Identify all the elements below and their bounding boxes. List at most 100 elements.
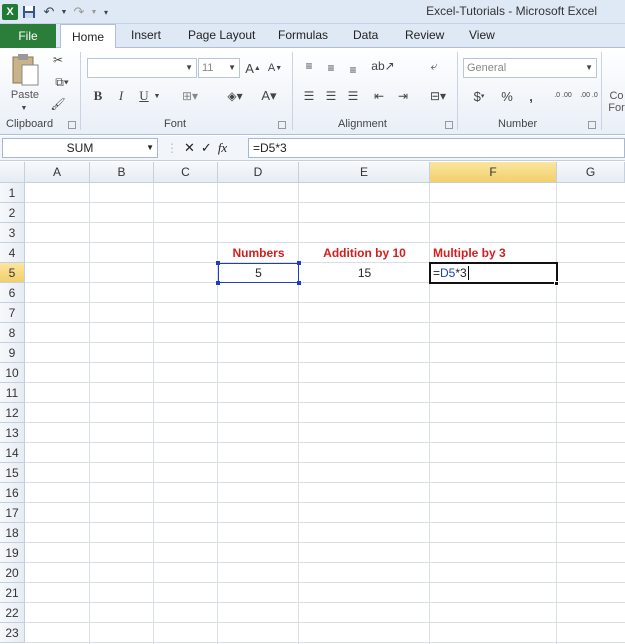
column-header-f[interactable]: F [430, 162, 557, 183]
currency-button[interactable]: $ ▾ [468, 88, 490, 104]
top-align-icon[interactable]: ≡ [300, 58, 318, 74]
row-header-8[interactable]: 8 [0, 323, 25, 343]
worksheet-grid[interactable]: A B C D E F G 1 2 3 4 5 6 7 8 9 10 11 12 13 14 15 16 17 1… [0, 162, 625, 644]
copy-icon[interactable]: ⧉▾ [50, 74, 74, 90]
cancel-icon[interactable]: ✕ [184, 140, 195, 156]
font-name-dropdown[interactable]: ▼ [87, 58, 197, 78]
shrink-font-icon[interactable]: A ▼ [266, 60, 284, 76]
number-format-dropdown[interactable]: General ▼ [463, 58, 597, 78]
paste-dropdown-icon[interactable]: ▼ [16, 103, 32, 113]
borders-icon[interactable]: ⊞▾ [178, 88, 202, 104]
insert-function-icon[interactable]: fx [218, 140, 227, 156]
clipboard-launcher-icon[interactable] [68, 121, 76, 129]
excel-logo-icon[interactable]: X [2, 4, 18, 20]
column-header-c[interactable]: C [154, 162, 218, 183]
column-header-a[interactable]: A [25, 162, 90, 183]
tab-page-layout[interactable]: Page Layout [188, 28, 255, 42]
name-box[interactable]: SUM ▼ [2, 138, 158, 158]
row-header-14[interactable]: 14 [0, 443, 25, 463]
row-header-7[interactable]: 7 [0, 303, 25, 323]
row-header-4[interactable]: 4 [0, 243, 25, 263]
tab-home[interactable]: Home [60, 24, 116, 49]
row-header-23[interactable]: 23 [0, 623, 25, 643]
cell-f4[interactable]: Multiple by 3 [430, 243, 557, 263]
orientation-icon[interactable]: ab↗ [370, 58, 396, 74]
percent-button[interactable]: % [498, 88, 516, 104]
align-center-icon[interactable]: ☰ [322, 88, 340, 104]
increase-decimal-button[interactable]: .0 .00 [552, 86, 574, 106]
paste-icon[interactable] [8, 52, 42, 88]
row-header-12[interactable]: 12 [0, 403, 25, 423]
grow-font-icon[interactable]: A ▲ [244, 60, 262, 76]
row-header-22[interactable]: 22 [0, 603, 25, 623]
row-header-1[interactable]: 1 [0, 183, 25, 203]
comma-button[interactable]: , [524, 88, 538, 104]
tab-review[interactable]: Review [405, 28, 444, 42]
font-size-dropdown[interactable]: 11 ▼ [198, 58, 240, 78]
redo-icon[interactable]: ↷ [70, 3, 88, 21]
column-header-b[interactable]: B [90, 162, 154, 183]
enter-icon[interactable]: ✓ [201, 140, 212, 156]
styles-label-bottom[interactable]: For [608, 102, 625, 114]
number-launcher-icon[interactable] [588, 121, 596, 129]
tab-view[interactable]: View [469, 28, 495, 42]
paste-label[interactable]: Paste [10, 88, 40, 102]
cut-icon[interactable]: ✂ [50, 52, 66, 68]
column-header-d[interactable]: D [218, 162, 299, 183]
increase-indent-icon[interactable]: ⇥ [394, 88, 412, 104]
row-header-17[interactable]: 17 [0, 503, 25, 523]
row-header-16[interactable]: 16 [0, 483, 25, 503]
italic-button[interactable]: I [113, 88, 129, 104]
align-right-icon[interactable]: ☰ [344, 88, 362, 104]
tab-file[interactable]: File [0, 24, 56, 48]
row-header-19[interactable]: 19 [0, 543, 25, 563]
middle-align-icon[interactable]: ≡ [322, 60, 340, 76]
decrease-decimal-button[interactable]: .00 .0 [578, 86, 600, 106]
row-header-9[interactable]: 9 [0, 343, 25, 363]
row-header-15[interactable]: 15 [0, 463, 25, 483]
bold-button[interactable]: B [90, 88, 106, 104]
cell-e4[interactable]: Addition by 10 [299, 243, 430, 263]
undo-dropdown-icon[interactable]: ▼ [60, 3, 68, 21]
row-header-18[interactable]: 18 [0, 523, 25, 543]
customize-qat-icon[interactable]: ▾ [100, 3, 112, 21]
font-launcher-icon[interactable] [278, 121, 286, 129]
fill-color-icon[interactable]: ◈▾ [222, 88, 248, 104]
row-header-3[interactable]: 3 [0, 223, 25, 243]
row-header-11[interactable]: 11 [0, 383, 25, 403]
format-painter-icon[interactable]: 🖌 [50, 96, 66, 112]
save-icon[interactable] [20, 3, 38, 21]
cell-e5[interactable]: 15 [299, 263, 430, 283]
undo-icon[interactable]: ↶ [40, 3, 58, 21]
styles-label-top[interactable]: Co [608, 90, 625, 102]
align-left-icon[interactable]: ☰ [300, 88, 318, 104]
alignment-launcher-icon[interactable] [445, 121, 453, 129]
font-color-icon[interactable]: A▾ [256, 88, 282, 104]
wrap-text-icon[interactable]: ⤶ [424, 56, 444, 76]
row-header-21[interactable]: 21 [0, 583, 25, 603]
row-header-5[interactable]: 5 [0, 263, 25, 283]
row-header-20[interactable]: 20 [0, 563, 25, 583]
decrease-indent-icon[interactable]: ⇤ [370, 88, 388, 104]
column-header-e[interactable]: E [299, 162, 430, 183]
underline-dropdown-icon[interactable]: ▼ [152, 90, 162, 102]
tab-data[interactable]: Data [353, 28, 378, 42]
row-header-13[interactable]: 13 [0, 423, 25, 443]
merge-center-icon[interactable]: ⊟▾ [424, 88, 452, 104]
tab-formulas[interactable]: Formulas [278, 28, 328, 42]
fill-handle[interactable] [554, 281, 559, 286]
row-header-2[interactable]: 2 [0, 203, 25, 223]
bottom-align-icon[interactable]: ≡ [344, 62, 362, 78]
cell-f5-editing[interactable]: = D5 *3 [429, 262, 558, 284]
cell-d5[interactable]: 5 [218, 263, 299, 283]
resize-handle-icon[interactable]: ⋮ [166, 141, 178, 155]
row-header-6[interactable]: 6 [0, 283, 25, 303]
column-header-g[interactable]: G [557, 162, 625, 183]
row-header-10[interactable]: 10 [0, 363, 25, 383]
formula-input[interactable]: =D5*3 [248, 138, 625, 158]
redo-dropdown-icon[interactable]: ▼ [90, 3, 98, 21]
cell-d4[interactable]: Numbers [218, 243, 299, 263]
select-all-corner[interactable] [0, 162, 25, 183]
tab-insert[interactable]: Insert [131, 28, 161, 42]
underline-button[interactable]: U [136, 88, 152, 104]
